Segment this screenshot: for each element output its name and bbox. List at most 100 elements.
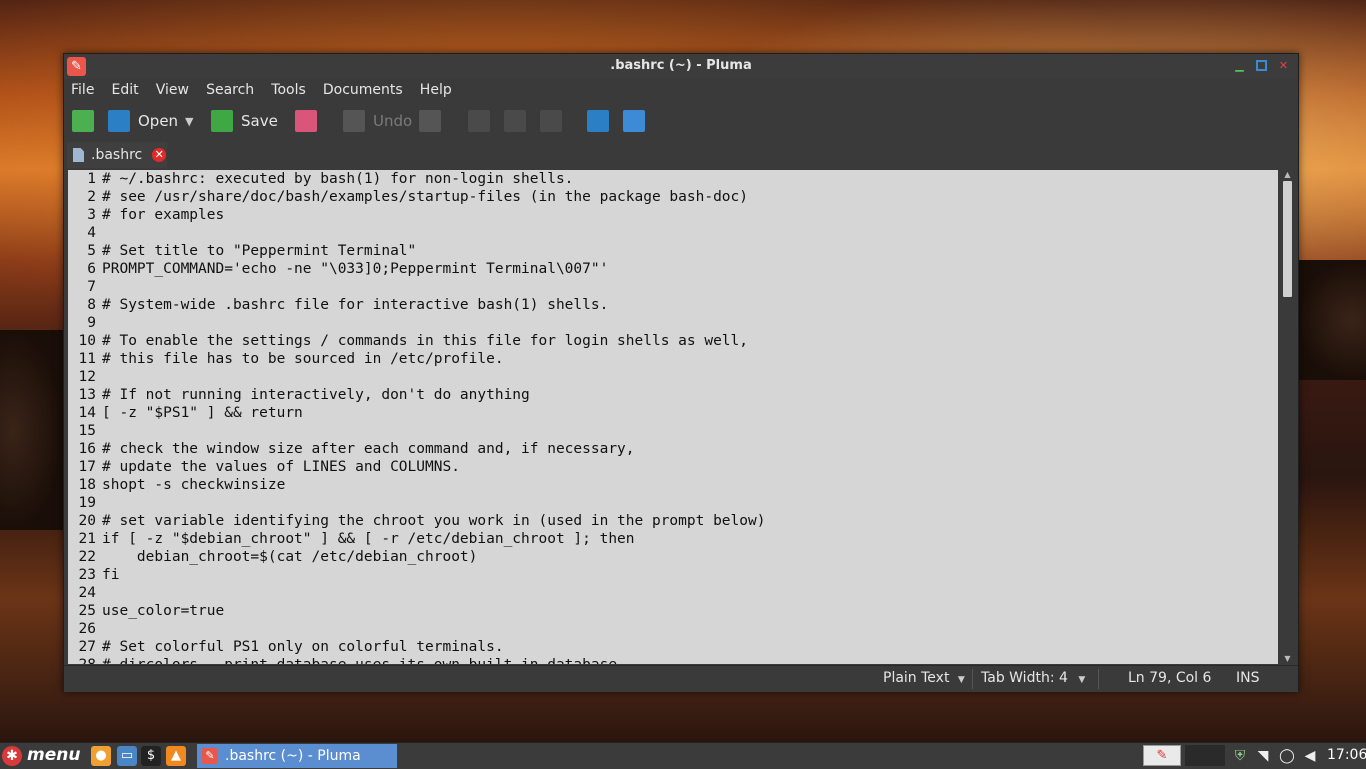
maximize-icon[interactable] xyxy=(1256,60,1267,71)
chevron-down-icon: ▼ xyxy=(957,675,965,685)
menu-file[interactable]: File xyxy=(65,79,100,98)
code-line[interactable]: # for examples xyxy=(102,206,1278,224)
workspace-empty[interactable] xyxy=(1185,745,1225,766)
code-line[interactable]: # update the values of LINES and COLUMNS… xyxy=(102,458,1278,476)
undo-button[interactable]: Undo xyxy=(343,109,412,133)
scroll-thumb[interactable] xyxy=(1283,181,1292,297)
code-line[interactable] xyxy=(102,224,1278,242)
line-number: 27 xyxy=(78,639,96,655)
file-manager-launcher-icon[interactable]: ▭ xyxy=(117,746,137,766)
line-number: 7 xyxy=(87,279,96,295)
menu-button[interactable]: menu xyxy=(27,745,80,765)
tab-close-icon[interactable]: ✕ xyxy=(152,148,167,162)
minimize-icon[interactable]: ▁ xyxy=(1234,60,1245,71)
line-number: 15 xyxy=(78,423,96,439)
menu-edit[interactable]: Edit xyxy=(106,79,145,98)
language-selector[interactable]: Plain Text ▼ xyxy=(883,670,965,686)
menu-documents[interactable]: Documents xyxy=(317,79,409,98)
code-line[interactable]: # If not running interactively, don't do… xyxy=(102,386,1278,404)
code-line[interactable]: # see /usr/share/doc/bash/examples/start… xyxy=(102,188,1278,206)
open-button[interactable]: Open xyxy=(108,109,178,133)
tab-label: .bashrc xyxy=(91,147,143,163)
code-line[interactable]: debian_chroot=$(cat /etc/debian_chroot) xyxy=(102,548,1278,566)
pluma-pencil-icon: ✎ xyxy=(202,748,218,764)
workspace-pluma-icon[interactable]: ✎ xyxy=(1143,745,1181,766)
menu-logo-icon[interactable]: ✱ xyxy=(2,746,22,766)
chevron-down-icon: ▼ xyxy=(1078,675,1086,685)
clock[interactable]: 17:06 xyxy=(1327,747,1366,763)
code-line[interactable]: # To enable the settings / commands in t… xyxy=(102,332,1278,350)
code-line[interactable]: use_color=true xyxy=(102,602,1278,620)
code-line[interactable]: # check the window size after each comma… xyxy=(102,440,1278,458)
window-titlebar[interactable]: ✎ .bashrc (~) - Pluma ▁ ✕ xyxy=(64,54,1298,79)
find-button[interactable] xyxy=(587,109,609,133)
code-line[interactable] xyxy=(102,422,1278,440)
save-button[interactable]: Save xyxy=(211,109,278,133)
line-number: 21 xyxy=(78,531,96,547)
code-line[interactable]: if [ -z "$debian_chroot" ] && [ -r /etc/… xyxy=(102,530,1278,548)
code-line[interactable]: # System-wide .bashrc file for interacti… xyxy=(102,296,1278,314)
vlc-launcher-icon[interactable]: ▲ xyxy=(166,746,186,766)
code-line[interactable]: # set variable identifying the chroot yo… xyxy=(102,512,1278,530)
code-line[interactable]: shopt -s checkwinsize xyxy=(102,476,1278,494)
wifi-icon[interactable]: ◥ xyxy=(1254,747,1272,765)
text-editor[interactable]: 1 2 3 4 5 6 7 8 9 10 11 12 13 14 15 16 17 18 19 20 21 22 23 24 2… xyxy=(68,170,1278,664)
taskbar-window-pluma[interactable]: ✎ .bashrc (~) - Pluma xyxy=(197,744,397,768)
scroll-up-icon[interactable]: ▲ xyxy=(1283,171,1292,179)
tab-bashrc[interactable]: .bashrc ✕ xyxy=(67,142,167,168)
copy-button[interactable] xyxy=(504,109,526,133)
line-number: 14 xyxy=(78,405,96,421)
code-area[interactable]: # ~/.bashrc: executed by bash(1) for non… xyxy=(102,170,1278,664)
code-line[interactable] xyxy=(102,584,1278,602)
menu-tools[interactable]: Tools xyxy=(265,79,312,98)
code-line[interactable] xyxy=(102,494,1278,512)
code-line[interactable]: # Set title to "Peppermint Terminal" xyxy=(102,242,1278,260)
code-line[interactable]: fi xyxy=(102,566,1278,584)
scroll-down-icon[interactable]: ▼ xyxy=(1283,655,1292,663)
copy-icon xyxy=(504,110,526,132)
shield-icon[interactable]: ⛨ xyxy=(1231,747,1249,765)
browser-launcher-icon[interactable]: ● xyxy=(91,746,111,766)
tab-width-selector[interactable]: Tab Width: 4 ▼ xyxy=(981,670,1085,686)
code-line[interactable]: # dircolors --print-database uses its ow… xyxy=(102,656,1278,664)
cut-button[interactable] xyxy=(468,109,490,133)
open-label: Open xyxy=(138,112,179,130)
desktop-wallpaper-right xyxy=(1296,260,1366,380)
vertical-scrollbar[interactable]: ▲ ▼ xyxy=(1280,170,1295,664)
close-icon[interactable]: ✕ xyxy=(1278,60,1289,71)
menu-view[interactable]: View xyxy=(150,79,195,98)
taskbar-window-label: .bashrc (~) - Pluma xyxy=(225,748,361,764)
code-line[interactable] xyxy=(102,278,1278,296)
code-line[interactable]: [ -z "$PS1" ] && return xyxy=(102,404,1278,422)
cut-icon xyxy=(468,110,490,132)
line-number: 24 xyxy=(78,585,96,601)
paste-button[interactable] xyxy=(540,109,562,133)
code-line[interactable] xyxy=(102,368,1278,386)
line-number: 6 xyxy=(87,261,96,277)
paste-icon xyxy=(540,110,562,132)
menu-search[interactable]: Search xyxy=(200,79,260,98)
insert-mode: INS xyxy=(1236,670,1260,686)
code-line[interactable]: # ~/.bashrc: executed by bash(1) for non… xyxy=(102,170,1278,188)
volume-icon[interactable]: ◀ xyxy=(1301,747,1319,765)
line-number: 23 xyxy=(78,567,96,583)
print-button[interactable] xyxy=(295,109,317,133)
redo-icon xyxy=(419,110,441,132)
terminal-launcher-icon[interactable]: $ xyxy=(141,746,161,766)
redo-button[interactable] xyxy=(419,109,441,133)
find-replace-button[interactable] xyxy=(623,109,645,133)
line-number: 20 xyxy=(78,513,96,529)
menu-help[interactable]: Help xyxy=(414,79,458,98)
code-line[interactable]: PROMPT_COMMAND='echo -ne "\033]0;Pepperm… xyxy=(102,260,1278,278)
code-line[interactable] xyxy=(102,620,1278,638)
power-icon[interactable]: ◯ xyxy=(1278,747,1296,765)
language-label: Plain Text xyxy=(883,670,950,686)
code-line[interactable] xyxy=(102,314,1278,332)
line-number: 16 xyxy=(78,441,96,457)
menubar: File Edit View Search Tools Documents He… xyxy=(64,79,1298,103)
tab-width-label: Tab Width: 4 xyxy=(981,670,1068,686)
new-button[interactable] xyxy=(72,109,94,133)
code-line[interactable]: # Set colorful PS1 only on colorful term… xyxy=(102,638,1278,656)
code-line[interactable]: # this file has to be sourced in /etc/pr… xyxy=(102,350,1278,368)
open-recent-dropdown[interactable]: ▼ xyxy=(185,109,193,133)
